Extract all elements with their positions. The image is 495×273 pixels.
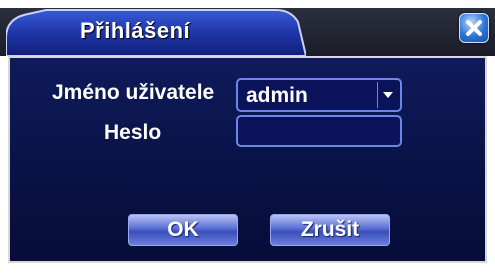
dialog-title: Přihlášení: [80, 18, 191, 43]
close-icon: [466, 20, 482, 36]
close-button[interactable]: [459, 13, 489, 43]
dropdown-button[interactable]: [377, 82, 398, 108]
chevron-down-icon: [383, 92, 393, 98]
username-label: Jméno uživatele: [52, 81, 215, 104]
username-select[interactable]: admin: [236, 78, 402, 112]
password-field[interactable]: [236, 115, 402, 147]
ok-button[interactable]: OK: [128, 214, 238, 246]
login-dialog: Přihlášení Jméno uživatele admin Heslo O…: [0, 0, 495, 273]
cancel-button[interactable]: Zrušit: [270, 214, 390, 246]
username-value: admin: [246, 84, 308, 107]
login-panel: Jméno uživatele admin Heslo OK Zrušit: [8, 56, 487, 263]
password-label: Heslo: [104, 121, 162, 144]
